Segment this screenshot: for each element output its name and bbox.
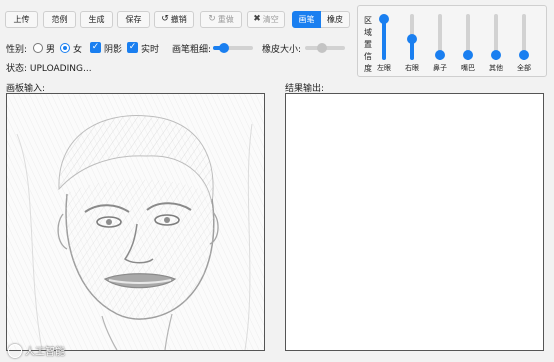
generate-button[interactable]: 生成 [80, 11, 113, 28]
undo-label: 撤销 [170, 15, 187, 24]
upload-label: 上传 [13, 15, 30, 24]
realtime-label: 实时 [141, 45, 160, 55]
confidence-slider-4[interactable] [463, 14, 473, 60]
sketch-drawing [7, 94, 264, 350]
confidence-slider-label: 右眼 [405, 64, 419, 72]
male-label: 男 [46, 45, 56, 55]
eraser-size-handle[interactable] [317, 43, 327, 53]
undo-icon: ↺ [161, 14, 169, 24]
watermark: 人工智能 [8, 343, 65, 358]
eraser-mode-button[interactable]: 橡皮 [321, 11, 350, 28]
confidence-slider-handle[interactable] [491, 50, 501, 60]
confidence-slider-6[interactable] [519, 14, 529, 60]
eraser-mode-label: 橡皮 [327, 15, 343, 24]
upload-button[interactable]: 上传 [5, 11, 38, 28]
confidence-slider-handle[interactable] [407, 33, 417, 44]
realtime-checkbox[interactable]: ✓ [127, 42, 138, 53]
shadow-checkbox[interactable]: ✓ [90, 42, 101, 53]
female-radio[interactable] [60, 43, 70, 53]
pen-width-label: 画笔粗细: [172, 45, 212, 55]
save-label: 保存 [125, 15, 142, 24]
pen-mode-button[interactable]: 画笔 [292, 11, 321, 28]
example-button[interactable]: 范例 [43, 11, 76, 28]
shadow-label: 阴影 [104, 45, 123, 55]
redo-label: 重做 [217, 15, 234, 24]
confidence-slider-label: 鼻子 [433, 64, 447, 72]
options-row: 性别: 男 女 ✓ 阴影 ✓ 实时 画笔粗细: 橡皮大小: [0, 40, 350, 56]
confidence-slider-label: 全部 [517, 64, 531, 72]
eraser-size-label: 橡皮大小: [262, 45, 302, 55]
confidence-slider-handle[interactable] [463, 50, 473, 60]
confidence-title-char: 域 [364, 28, 372, 37]
watermark-logo-icon [8, 343, 22, 358]
confidence-title-char: 置 [364, 40, 372, 49]
confidence-slider-handle[interactable] [379, 14, 389, 24]
clear-label: 清空 [262, 15, 279, 24]
confidence-slider-label: 左眼 [377, 64, 391, 72]
status-text: 状态: UPLOADING... [6, 64, 92, 74]
confidence-slider-fill [382, 19, 386, 60]
eraser-size-slider[interactable] [305, 43, 345, 53]
example-label: 范例 [51, 15, 68, 24]
close-icon: ✖ [253, 14, 261, 24]
redo-button[interactable]: ↻ 重做 [200, 11, 242, 28]
confidence-slider-label: 嘴巴 [461, 64, 475, 72]
confidence-title-char: 区 [364, 16, 372, 25]
confidence-slider-1[interactable] [379, 14, 389, 60]
save-button[interactable]: 保存 [117, 11, 150, 28]
check-icon: ✓ [91, 42, 100, 52]
watermark-text: 人工智能 [25, 347, 65, 358]
confidence-panel: 区域置信度 左眼 右眼 鼻子 嘴巴 其他 全部 [357, 5, 547, 77]
confidence-slider-2[interactable] [407, 14, 417, 60]
confidence-slider-handle[interactable] [519, 50, 529, 60]
confidence-slider-5[interactable] [491, 14, 501, 60]
male-radio[interactable] [33, 43, 43, 53]
pen-width-slider[interactable] [213, 43, 253, 53]
clear-button[interactable]: ✖ 清空 [247, 11, 285, 28]
output-canvas [285, 93, 544, 351]
undo-button[interactable]: ↺ 撤销 [154, 11, 194, 28]
confidence-slider-3[interactable] [435, 14, 445, 60]
pen-width-handle[interactable] [219, 43, 229, 53]
generate-label: 生成 [88, 15, 105, 24]
female-label: 女 [73, 45, 83, 55]
redo-icon: ↻ [208, 14, 216, 24]
check-icon: ✓ [128, 42, 137, 52]
gender-label: 性别: [6, 45, 28, 55]
confidence-slider-label: 其他 [489, 64, 503, 72]
input-canvas[interactable] [6, 93, 265, 351]
confidence-title-char: 信 [364, 52, 372, 61]
confidence-slider-handle[interactable] [435, 50, 445, 60]
pen-mode-label: 画笔 [298, 15, 315, 24]
